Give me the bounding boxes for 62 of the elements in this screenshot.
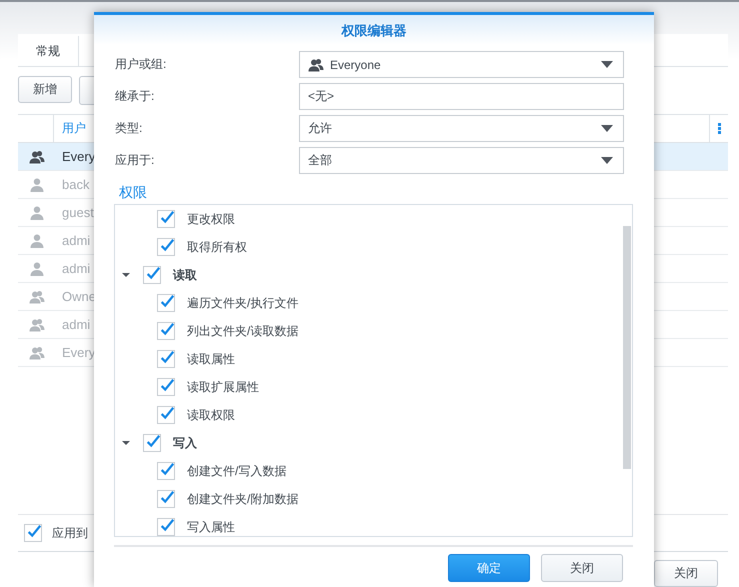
checkbox[interactable] xyxy=(157,518,175,536)
permission-group-label: 读取 xyxy=(173,266,197,284)
section-title: 权限 xyxy=(119,184,148,202)
scrollbar[interactable] xyxy=(623,226,631,469)
checkbox[interactable] xyxy=(157,210,175,228)
user-name: Every xyxy=(62,345,96,360)
permission-label: 列出文件夹/读取数据 xyxy=(187,322,298,340)
group-icon xyxy=(29,344,45,360)
permission-label: 更改权限 xyxy=(187,210,235,228)
caret-icon[interactable] xyxy=(601,61,613,68)
add-button[interactable]: 新增 xyxy=(18,76,72,103)
checkbox[interactable] xyxy=(143,266,161,284)
permission-group-label: 写入 xyxy=(173,434,197,452)
user-icon xyxy=(29,176,45,192)
tab[interactable]: 常规 xyxy=(18,36,79,66)
close-button[interactable]: 关闭 xyxy=(654,560,718,587)
checkbox[interactable] xyxy=(157,378,175,396)
user-icon xyxy=(29,260,45,276)
checkbox[interactable] xyxy=(157,294,175,312)
field-label: 应用于: xyxy=(115,152,156,169)
permission-label: 读取扩展属性 xyxy=(187,378,259,396)
checkbox[interactable] xyxy=(24,524,42,542)
permission-label: 读取属性 xyxy=(187,350,235,368)
permission-label: 创建文件/写入数据 xyxy=(187,462,286,480)
field-label: 继承于: xyxy=(115,88,156,105)
user-name: Owne xyxy=(62,289,96,304)
caret-icon[interactable] xyxy=(601,125,613,132)
user-name: Every xyxy=(62,149,96,164)
permission-label: 读取权限 xyxy=(187,406,235,424)
permission-label: 写入属性 xyxy=(187,518,235,536)
caret-icon[interactable] xyxy=(601,157,613,164)
checkbox[interactable] xyxy=(157,350,175,368)
checkbox[interactable] xyxy=(157,462,175,480)
group-icon xyxy=(29,148,45,164)
permission-label: 取得所有权 xyxy=(187,238,247,256)
group-icon xyxy=(308,56,324,72)
checkbox-label: 应用到 xyxy=(52,524,88,542)
dropdown[interactable]: 允许 xyxy=(299,115,624,142)
user-name: admi xyxy=(62,317,90,332)
field-label: 用户或组: xyxy=(115,56,168,73)
dropdown[interactable]: Everyone xyxy=(299,51,624,78)
checkbox[interactable] xyxy=(143,434,161,452)
text-field[interactable]: <无> xyxy=(299,83,624,110)
field-label: 类型: xyxy=(115,120,144,137)
user-icon xyxy=(29,204,45,220)
checkbox[interactable] xyxy=(157,406,175,424)
user-name: guest xyxy=(62,205,94,220)
user-name: admi xyxy=(62,233,90,248)
checkbox[interactable] xyxy=(157,238,175,256)
dropdown[interactable]: 全部 xyxy=(299,147,624,174)
checkbox[interactable] xyxy=(157,322,175,340)
dialog-title: 权限编辑器 xyxy=(94,15,654,45)
checkbox[interactable] xyxy=(157,490,175,508)
permission-label: 创建文件夹/附加数据 xyxy=(187,490,298,508)
permission-label: 遍历文件夹/执行文件 xyxy=(187,294,298,312)
column-header[interactable]: 用户 xyxy=(53,115,86,142)
user-name: back xyxy=(62,177,90,192)
group-icon xyxy=(29,316,45,332)
user-name: admi xyxy=(62,261,90,276)
user-icon xyxy=(29,232,45,248)
group-icon xyxy=(29,288,45,304)
close-button[interactable]: 关闭 xyxy=(541,554,623,582)
